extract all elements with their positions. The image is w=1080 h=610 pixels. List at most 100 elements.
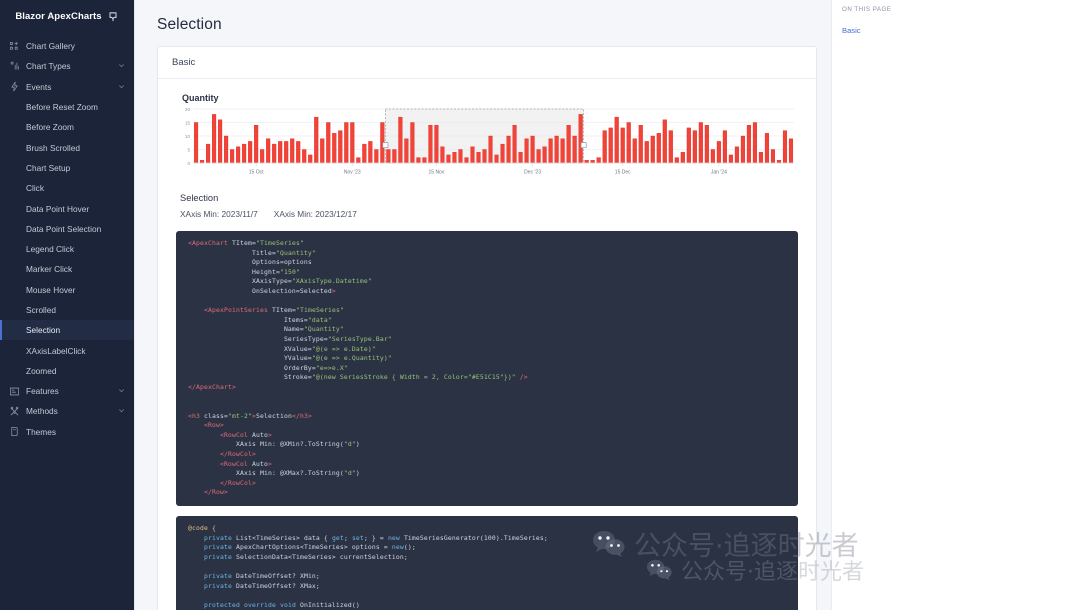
bar[interactable] [542, 146, 547, 164]
bar[interactable] [626, 122, 631, 164]
sidebar-item-click[interactable]: Click [0, 178, 134, 198]
bar[interactable] [464, 157, 469, 164]
sidebar-item-features[interactable]: Features [0, 381, 134, 401]
bar[interactable] [278, 141, 283, 164]
chart-svg[interactable]: 0 5 10 15 20 15 Oct Nov '23 15 Nov Dec '23 15 Dec… [176, 107, 798, 179]
bar[interactable] [698, 122, 703, 164]
bar[interactable] [446, 154, 451, 164]
bar[interactable] [248, 141, 253, 164]
chevron-down-icon[interactable] [118, 406, 125, 416]
bar[interactable] [458, 149, 463, 164]
bar[interactable] [536, 149, 541, 164]
bar[interactable] [290, 138, 295, 164]
bar[interactable] [668, 130, 673, 164]
bar[interactable] [686, 127, 691, 164]
bar[interactable] [488, 135, 493, 164]
bar[interactable] [296, 141, 301, 164]
bar[interactable] [410, 122, 415, 164]
bar[interactable] [242, 143, 247, 164]
bar[interactable] [782, 130, 788, 164]
bar[interactable] [578, 114, 583, 164]
bar[interactable] [722, 130, 727, 164]
bar[interactable] [326, 122, 331, 164]
bar[interactable] [614, 116, 619, 164]
bar[interactable] [230, 149, 235, 164]
bar[interactable] [404, 138, 409, 164]
sidebar-item-brush-scrolled[interactable]: Brush Scrolled [0, 137, 134, 157]
sidebar-item-marker-click[interactable]: Marker Click [0, 259, 134, 279]
chevron-down-icon[interactable] [118, 61, 125, 71]
github-icon[interactable] [107, 10, 119, 22]
bar[interactable] [308, 154, 313, 164]
bar[interactable] [224, 135, 229, 164]
bar[interactable] [422, 157, 427, 164]
sidebar-item-chart-types[interactable]: Chart Types [0, 56, 134, 76]
bar[interactable] [368, 141, 373, 164]
bar[interactable] [512, 125, 517, 164]
quantity-bar-chart[interactable]: 0 5 10 15 20 15 Oct Nov '23 15 Nov Dec '23 15 Dec… [176, 107, 798, 179]
bar[interactable] [356, 157, 361, 164]
csharp-code-block[interactable]: @code { private List<TimeSeries> data { … [176, 516, 798, 610]
bar[interactable] [608, 127, 613, 164]
bar[interactable] [506, 135, 511, 164]
brand[interactable]: Blazor ApexCharts [0, 0, 134, 28]
bar[interactable] [344, 122, 349, 164]
bar[interactable] [440, 146, 445, 164]
sidebar-item-chart-setup[interactable]: Chart Setup [0, 158, 134, 178]
bar[interactable] [590, 160, 595, 164]
sidebar-item-themes[interactable]: Themes [0, 422, 134, 442]
bar[interactable] [602, 130, 607, 164]
selection-handle-right[interactable] [580, 142, 587, 149]
bar[interactable] [428, 125, 433, 164]
sidebar-item-selection[interactable]: Selection [0, 320, 134, 341]
bar[interactable] [392, 149, 397, 164]
bar[interactable] [236, 146, 241, 164]
bar[interactable] [218, 119, 223, 164]
bar[interactable] [638, 125, 643, 164]
bar[interactable] [332, 133, 337, 164]
bar[interactable] [386, 149, 391, 164]
sidebar-item-before-zoom[interactable]: Before Zoom [0, 117, 134, 137]
bar[interactable] [434, 125, 439, 164]
sidebar-item-methods[interactable]: Methods [0, 401, 134, 421]
bar[interactable] [716, 141, 721, 164]
chevron-down-icon[interactable] [118, 82, 125, 92]
bar[interactable] [518, 152, 523, 164]
bar[interactable] [776, 160, 782, 164]
sidebar-item-data-point-hover[interactable]: Data Point Hover [0, 198, 134, 218]
bar[interactable] [260, 149, 265, 164]
bar[interactable] [632, 138, 637, 164]
sidebar-item-chart-gallery[interactable]: Chart Gallery [0, 36, 134, 56]
bar[interactable] [530, 135, 535, 164]
bar[interactable] [758, 152, 763, 164]
bar[interactable] [452, 152, 457, 164]
bar[interactable] [206, 143, 211, 164]
bar[interactable] [398, 116, 403, 164]
bar[interactable] [362, 143, 367, 164]
bar[interactable] [212, 114, 217, 164]
bar[interactable] [704, 125, 709, 164]
selection-handle-left[interactable] [382, 142, 389, 149]
bar[interactable] [548, 138, 553, 164]
bar[interactable] [416, 157, 421, 164]
bar[interactable] [560, 138, 565, 164]
bar[interactable] [266, 138, 271, 164]
markup-code-block[interactable]: <ApexChart TItem="TimeSeries" Title="Qua… [176, 231, 798, 507]
bar[interactable] [662, 119, 667, 164]
sidebar-item-xaxislabelclick[interactable]: XAxisLabelClick [0, 340, 134, 360]
bar[interactable] [596, 157, 601, 164]
bar[interactable] [770, 149, 775, 164]
bar[interactable] [788, 138, 794, 164]
toc-link-basic[interactable]: Basic [842, 26, 861, 35]
bar[interactable] [650, 135, 655, 164]
chevron-down-icon[interactable] [118, 386, 125, 396]
bar[interactable] [584, 160, 589, 164]
bar[interactable] [728, 154, 733, 164]
bar[interactable] [572, 135, 577, 164]
bar[interactable] [752, 122, 757, 164]
bar[interactable] [200, 160, 205, 164]
bar[interactable] [302, 149, 307, 164]
bar[interactable] [656, 133, 661, 164]
sidebar-item-data-point-selection[interactable]: Data Point Selection [0, 219, 134, 239]
bar[interactable] [338, 130, 343, 164]
